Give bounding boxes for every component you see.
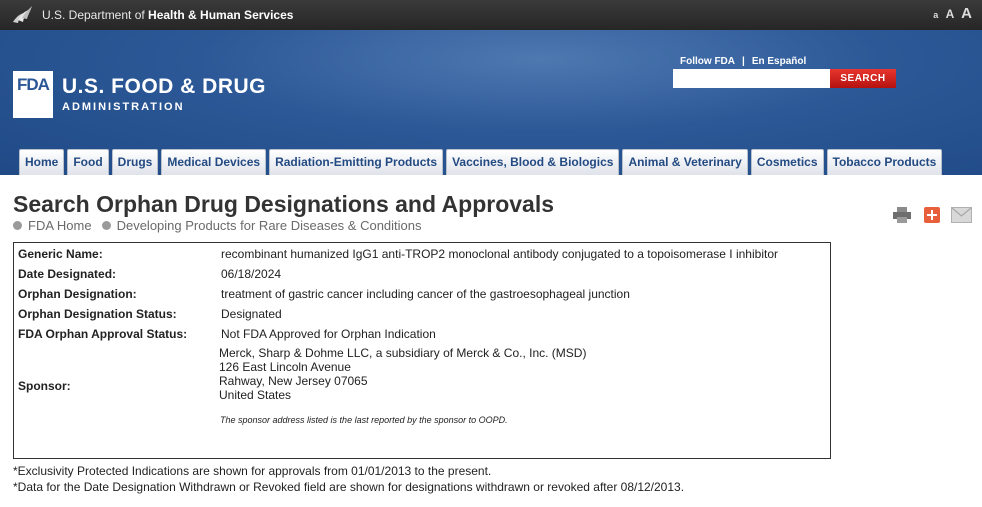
date-designated-value: 06/18/2024 bbox=[221, 267, 282, 281]
sponsor-name: Merck, Sharp & Dohme LLC, a subsidiary o… bbox=[219, 346, 587, 360]
date-designated-label: Date Designated: bbox=[18, 267, 117, 281]
breadcrumb-bullet-icon bbox=[13, 221, 22, 230]
tab-animal-veterinary[interactable]: Animal & Veterinary bbox=[622, 149, 748, 175]
hhs-eagle-icon[interactable] bbox=[10, 4, 34, 26]
fda-header: FDA U.S. FOOD & DRUG ADMINISTRATION Foll… bbox=[0, 30, 982, 175]
tab-medical-devices[interactable]: Medical Devices bbox=[161, 149, 267, 175]
footnote-withdrawn: *Data for the Date Designation Withdrawn… bbox=[13, 480, 685, 494]
en-espanol-link[interactable]: En Español bbox=[752, 56, 806, 67]
tab-cosmetics[interactable]: Cosmetics bbox=[750, 149, 824, 175]
sponsor-note: The sponsor address listed is the last r… bbox=[220, 415, 508, 425]
email-icon[interactable] bbox=[951, 207, 972, 223]
header-link-separator: | bbox=[742, 56, 745, 67]
breadcrumb-rare-diseases[interactable]: Developing Products for Rare Diseases & … bbox=[117, 218, 422, 233]
designation-status-label: Orphan Designation Status: bbox=[18, 307, 177, 321]
page-title: Search Orphan Drug Designations and Appr… bbox=[13, 191, 555, 217]
tab-drugs[interactable]: Drugs bbox=[111, 149, 159, 175]
tab-vaccines-blood-biologics[interactable]: Vaccines, Blood & Biologics bbox=[446, 149, 620, 175]
sponsor-address: Merck, Sharp & Dohme LLC, a subsidiary o… bbox=[219, 346, 586, 402]
logo-title[interactable]: U.S. FOOD & DRUG bbox=[62, 75, 266, 99]
tab-home[interactable]: Home bbox=[19, 149, 65, 175]
hhs-topbar: U.S. Department of Health & Human Servic… bbox=[0, 0, 982, 30]
breadcrumb-bullet-icon bbox=[101, 221, 111, 230]
generic-name-label: Generic Name: bbox=[18, 247, 103, 261]
orphan-designation-value: treatment of gastric cancer including ca… bbox=[221, 287, 630, 301]
footnote-exclusivity: *Exclusivity Protected Indications are s… bbox=[13, 464, 492, 478]
fda-logo[interactable]: FDA bbox=[13, 71, 53, 118]
header-links: Follow FDA | En Español bbox=[680, 56, 806, 67]
sponsor-street: 126 East Lincoln Avenue bbox=[219, 360, 351, 374]
logo-subtitle: ADMINISTRATION bbox=[62, 101, 185, 113]
font-size-large[interactable]: A bbox=[961, 5, 972, 22]
search-input[interactable] bbox=[673, 69, 830, 88]
tab-tobacco-products[interactable]: Tobacco Products bbox=[826, 149, 943, 175]
approval-status-label: FDA Orphan Approval Status: bbox=[18, 327, 188, 341]
designation-details: Generic Name: recombinant humanized IgG1… bbox=[13, 242, 831, 459]
breadcrumb-fda-home[interactable]: FDA Home bbox=[28, 218, 92, 233]
hhs-link[interactable]: U.S. Department of Health & Human Servic… bbox=[42, 8, 293, 22]
tab-radiation-emitting-products[interactable]: Radiation-Emitting Products bbox=[269, 149, 444, 175]
print-icon[interactable] bbox=[893, 207, 911, 223]
font-size-controls: a A A bbox=[929, 5, 972, 22]
main-nav: Home Food Drugs Medical Devices Radiatio… bbox=[19, 149, 945, 175]
orphan-designation-label: Orphan Designation: bbox=[18, 287, 137, 301]
breadcrumb: FDA Home Developing Products for Rare Di… bbox=[13, 218, 432, 233]
font-size-medium[interactable]: A bbox=[946, 7, 954, 21]
sponsor-label: Sponsor: bbox=[18, 379, 71, 393]
search-button[interactable]: SEARCH bbox=[830, 69, 896, 88]
follow-fda-link[interactable]: Follow FDA bbox=[680, 56, 735, 67]
generic-name-value: recombinant humanized IgG1 anti-TROP2 mo… bbox=[221, 247, 778, 261]
share-plus-icon[interactable] bbox=[924, 207, 940, 223]
font-size-small[interactable]: a bbox=[933, 10, 938, 20]
sponsor-city: Rahway, New Jersey 07065 bbox=[219, 374, 368, 388]
sponsor-country: United States bbox=[219, 388, 292, 402]
approval-status-value: Not FDA Approved for Orphan Indication bbox=[221, 327, 436, 341]
designation-status-value: Designated bbox=[221, 307, 282, 321]
tab-food[interactable]: Food bbox=[67, 149, 109, 175]
